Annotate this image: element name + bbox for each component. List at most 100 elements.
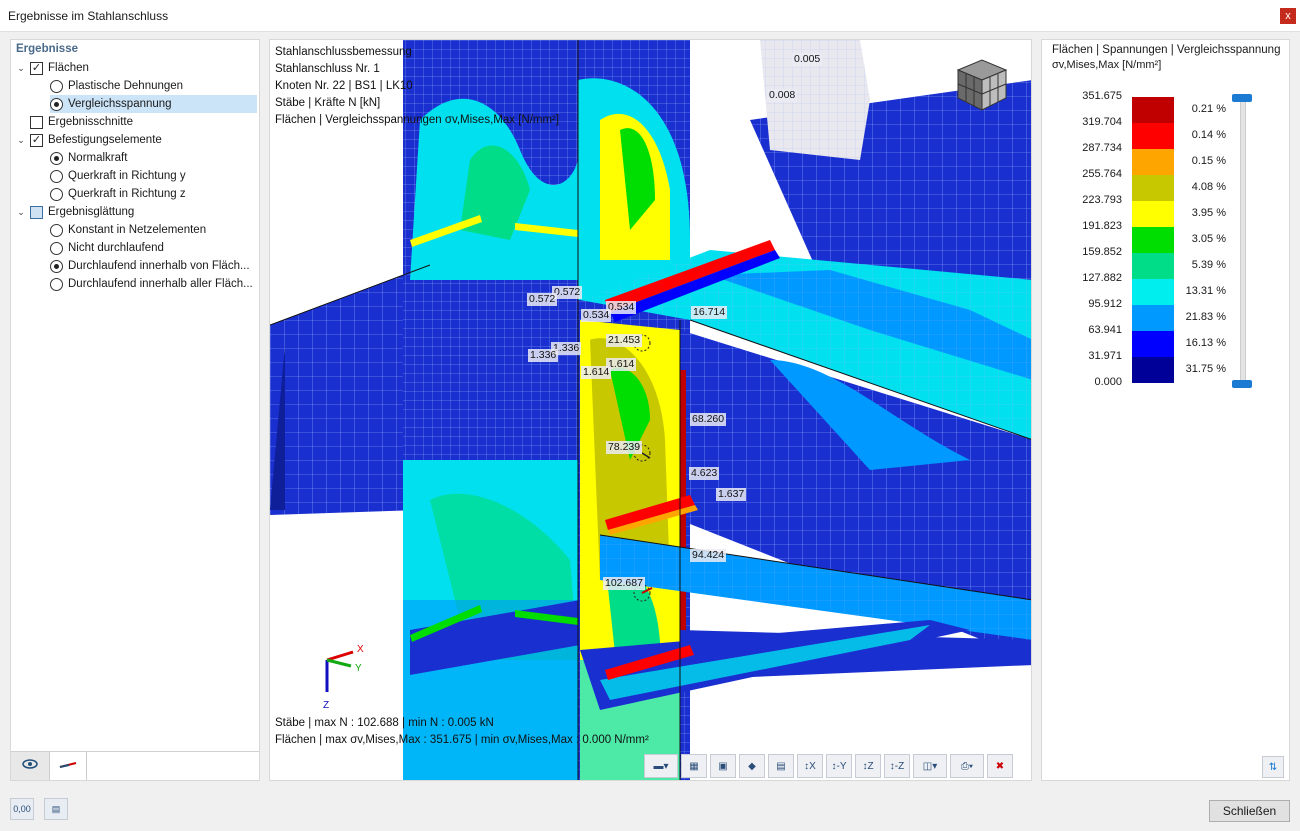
chevron-down-icon[interactable]: ⌄ bbox=[15, 63, 27, 74]
tree-item[interactable]: Konstant in Netzelementen bbox=[50, 221, 257, 239]
legend-settings-icon[interactable]: ⇅ bbox=[1262, 756, 1284, 778]
value-label: 0.534 bbox=[581, 309, 612, 322]
tree-item-label: Durchlaufend innerhalb aller Fläch... bbox=[68, 278, 253, 290]
radio-button[interactable] bbox=[50, 241, 63, 255]
legend-row: 319.704 0.14 % bbox=[1042, 116, 1289, 149]
close-icon[interactable]: x bbox=[1280, 8, 1296, 24]
view-minus-z-icon[interactable]: ↕-Z bbox=[884, 754, 910, 778]
tree-item[interactable]: ⌄ ✓ Flächen bbox=[15, 59, 257, 77]
legend-row: 255.764 4.08 % bbox=[1042, 168, 1289, 201]
legend-value: 223.793 bbox=[1082, 194, 1122, 206]
slider-bottom-thumb[interactable] bbox=[1232, 380, 1252, 388]
value-label: 1.336 bbox=[528, 349, 559, 362]
results-icon[interactable]: ▤ bbox=[768, 754, 794, 778]
legend-percent: 5.39 % bbox=[1191, 259, 1226, 271]
checkbox[interactable]: ✓ bbox=[30, 133, 43, 147]
legend-value: 0.000 bbox=[1094, 376, 1122, 388]
checkbox[interactable]: ✓ bbox=[30, 61, 43, 75]
value-label: 21.453 bbox=[606, 334, 643, 347]
legend-percent: 3.05 % bbox=[1191, 233, 1226, 245]
tree-item-label: Normalkraft bbox=[68, 152, 128, 164]
radio-button[interactable] bbox=[50, 223, 63, 237]
legend-percent: 0.14 % bbox=[1191, 129, 1226, 141]
radio-button[interactable] bbox=[50, 151, 63, 165]
graphics-viewport[interactable]: Stahlanschlussbemessung Stahlanschluss N… bbox=[269, 39, 1032, 781]
radio-button[interactable] bbox=[50, 79, 63, 93]
legend-row: 63.941 16.13 % bbox=[1042, 324, 1289, 357]
grid-icon[interactable]: ▦ bbox=[681, 754, 707, 778]
value-label: 4.623 bbox=[689, 467, 720, 480]
tree-item[interactable]: Durchlaufend innerhalb von Fläch... bbox=[50, 257, 257, 275]
legend-percent: 13.31 % bbox=[1185, 285, 1226, 297]
view-x-icon[interactable]: ↕X bbox=[797, 754, 823, 778]
tree-item[interactable]: Plastische Dehnungen bbox=[50, 77, 257, 95]
tree-item[interactable]: Querkraft in Richtung y bbox=[50, 167, 257, 185]
table-settings-icon[interactable]: ▤ bbox=[44, 798, 68, 820]
value-label: 102.687 bbox=[603, 577, 645, 590]
value-label: 78.239 bbox=[606, 441, 643, 454]
tree-item[interactable]: Durchlaufend innerhalb aller Fläch... bbox=[50, 275, 257, 293]
chevron-down-icon[interactable]: ⌄ bbox=[15, 207, 27, 218]
radio-button[interactable] bbox=[50, 97, 63, 111]
legend-value: 95.912 bbox=[1088, 298, 1122, 310]
slider-top-thumb[interactable] bbox=[1232, 94, 1252, 102]
value-label: 94.424 bbox=[690, 549, 727, 562]
color-legend-panel: Flächen | Spannungen | Vergleichsspannun… bbox=[1041, 39, 1290, 781]
close-button[interactable]: Schließen bbox=[1209, 800, 1290, 822]
legend-percent: 31.75 % bbox=[1185, 363, 1226, 375]
reset-icon[interactable]: ✖ bbox=[987, 754, 1013, 778]
legend-value: 159.852 bbox=[1082, 246, 1122, 258]
value-label: 0.572 bbox=[527, 293, 558, 306]
iso-view-icon[interactable]: ◫▾ bbox=[913, 754, 947, 778]
tree-item-label: Ergebnisglättung bbox=[48, 206, 135, 218]
tree-item[interactable]: Ergebnisschnitte bbox=[15, 113, 257, 131]
tree-item-label: Befestigungselemente bbox=[48, 134, 162, 146]
print-icon[interactable]: ⎙▾ bbox=[950, 754, 984, 778]
legend-row: 127.882 13.31 % bbox=[1042, 272, 1289, 305]
value-label: 1.614 bbox=[581, 366, 612, 379]
eye-icon[interactable] bbox=[11, 752, 49, 780]
tree-item-label: Flächen bbox=[48, 62, 89, 74]
units-icon[interactable]: 0,00 bbox=[10, 798, 34, 820]
info-line-5: Flächen | Vergleichsspannungen σv,Mises,… bbox=[275, 114, 560, 126]
tree-item-label: Plastische Dehnungen bbox=[68, 80, 184, 92]
checkbox[interactable] bbox=[30, 205, 43, 219]
window-title: Ergebnisse im Stahlanschluss bbox=[8, 9, 169, 23]
members-icon[interactable] bbox=[49, 752, 87, 780]
nav-tabs bbox=[11, 751, 259, 781]
view-cube[interactable] bbox=[950, 52, 1012, 114]
legend-value: 127.882 bbox=[1082, 272, 1122, 284]
legend-row: 0.000 bbox=[1042, 376, 1289, 402]
radio-button[interactable] bbox=[50, 259, 63, 273]
view-z-icon[interactable]: ↕Z bbox=[855, 754, 881, 778]
radio-button[interactable] bbox=[50, 187, 63, 201]
tree-item[interactable]: Nicht durchlaufend bbox=[50, 239, 257, 257]
stress-contour-model bbox=[270, 40, 1031, 780]
tree-item[interactable]: ⌄ ✓ Befestigungselemente bbox=[15, 131, 257, 149]
view-minus-y-icon[interactable]: ↕-Y bbox=[826, 754, 852, 778]
legend-row: 159.852 5.39 % bbox=[1042, 246, 1289, 279]
tree-item[interactable]: Querkraft in Richtung z bbox=[50, 185, 257, 203]
axis-x-label: X bbox=[357, 644, 364, 655]
legend-subtitle: σv,Mises,Max [N/mm²] bbox=[1052, 59, 1162, 71]
checkbox[interactable] bbox=[30, 115, 43, 129]
chevron-down-icon[interactable]: ⌄ bbox=[15, 135, 27, 146]
model-icon[interactable]: ▣ bbox=[710, 754, 736, 778]
radio-button[interactable] bbox=[50, 277, 63, 291]
render-icon[interactable]: ◆ bbox=[739, 754, 765, 778]
legend-percent: 21.83 % bbox=[1185, 311, 1226, 323]
legend-percent: 16.13 % bbox=[1185, 337, 1226, 349]
tree-item[interactable]: ⌄ Ergebnisglättung bbox=[15, 203, 257, 221]
results-navigator: Ergebnisse ⌄ ✓ Flächen Plastische Dehnungen… bbox=[10, 39, 260, 781]
legend-value: 319.704 bbox=[1082, 116, 1122, 128]
axis-z-label: Z bbox=[323, 700, 329, 711]
radio-button[interactable] bbox=[50, 169, 63, 183]
legend-row: 351.675 0.21 % bbox=[1042, 90, 1289, 123]
nav-header: Ergebnisse bbox=[16, 43, 78, 55]
tree-item[interactable]: Normalkraft bbox=[50, 149, 257, 167]
value-label: 0.005 bbox=[792, 53, 823, 66]
tree-item[interactable]: Vergleichsspannung bbox=[50, 95, 257, 113]
display-icon[interactable]: ▬▾ bbox=[644, 754, 678, 778]
legend-range-slider[interactable] bbox=[1240, 98, 1246, 386]
bottom-info-members: Stäbe | max N : 102.688 | min N : 0.005 … bbox=[275, 717, 494, 729]
